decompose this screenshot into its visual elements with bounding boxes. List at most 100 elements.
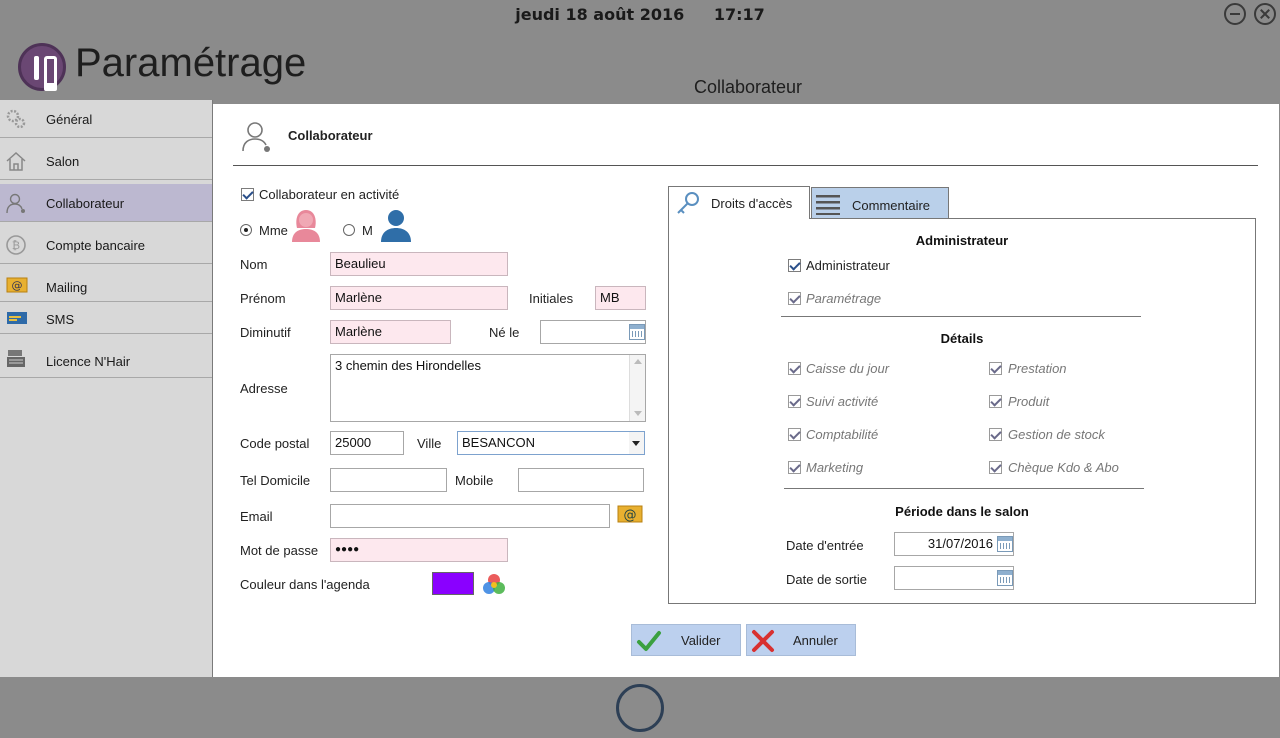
app-title: Paramétrage	[75, 41, 307, 85]
permission-checkbox[interactable]	[989, 428, 1002, 441]
permission-label: Marketing	[806, 460, 864, 475]
sidebar: Général Salon Collaborateur ₿ Compte ban…	[0, 100, 213, 677]
sidebar-item-collaborateur[interactable]: Collaborateur	[0, 184, 212, 222]
permission-checkbox[interactable]	[788, 362, 801, 375]
sidebar-item-label: Mailing	[46, 280, 88, 295]
gears-icon	[6, 109, 26, 129]
sms-card-icon	[7, 312, 27, 324]
ville-dropdown-button[interactable]	[629, 432, 644, 454]
couleur-label: Couleur dans l'agenda	[240, 577, 370, 592]
bitcoin-coin-icon: ₿	[6, 235, 26, 255]
datetime-bar: jeudi 18 août 2016 17:17	[0, 5, 1280, 24]
register-icon	[7, 350, 25, 367]
nom-label: Nom	[240, 257, 268, 272]
permission-checkbox[interactable]	[788, 428, 801, 441]
mot-de-passe-label: Mot de passe	[240, 543, 319, 558]
permission-checkbox[interactable]	[989, 461, 1002, 474]
sidebar-item-salon[interactable]: Salon	[0, 142, 212, 180]
code-postal-label: Code postal	[240, 436, 310, 451]
m-label: M	[362, 223, 373, 238]
sidebar-item-label: Licence N'Hair	[46, 354, 131, 369]
tel-domicile-label: Tel Domicile	[240, 473, 311, 488]
permission-label: Chèque Kdo & Abo	[1008, 460, 1119, 475]
periode-heading: Période dans le salon	[895, 504, 1029, 519]
check-icon	[637, 631, 661, 651]
mot-de-passe-field[interactable]: ●●●●	[330, 538, 508, 562]
date-sortie-label: Date de sortie	[786, 572, 867, 587]
permission-checkbox[interactable]	[989, 362, 1002, 375]
tab-label: Commentaire	[852, 198, 931, 213]
sidebar-item-compte-bancaire[interactable]: ₿ Compte bancaire	[0, 226, 212, 264]
home-circle-button[interactable]	[616, 684, 664, 732]
prenom-label: Prénom	[240, 291, 286, 306]
tab-commentaire[interactable]: Commentaire	[811, 187, 949, 219]
section-divider	[233, 165, 1258, 166]
m-radio[interactable]	[343, 224, 355, 236]
diminutif-field[interactable]: Marlène	[330, 320, 451, 344]
adresse-label: Adresse	[240, 381, 288, 396]
sidebar-item-general[interactable]: Général	[0, 100, 212, 138]
sidebar-item-sms[interactable]: SMS	[0, 302, 212, 334]
close-button[interactable]	[1254, 3, 1276, 25]
annuler-button[interactable]: Annuler	[746, 624, 856, 656]
house-icon	[6, 151, 26, 171]
initiales-field[interactable]: MB	[595, 286, 646, 310]
key-icon	[677, 192, 699, 214]
valider-button[interactable]: Valider	[631, 624, 741, 656]
ville-select[interactable]: BESANCON	[457, 431, 645, 455]
mme-label: Mme	[259, 223, 288, 238]
permission-label: Produit	[1008, 394, 1050, 409]
active-checkbox[interactable]	[241, 188, 254, 201]
parametrage-checkbox[interactable]	[788, 292, 801, 305]
email-field[interactable]	[330, 504, 610, 528]
tel-domicile-field[interactable]	[330, 468, 447, 492]
diminutif-label: Diminutif	[240, 325, 291, 340]
mobile-label: Mobile	[455, 473, 494, 488]
female-avatar-icon	[292, 210, 320, 242]
admin-checkbox[interactable]	[788, 259, 801, 272]
calendar-icon[interactable]	[997, 536, 1013, 552]
ne-le-label: Né le	[489, 325, 520, 340]
user-section-icon	[242, 122, 270, 152]
date-sortie-field[interactable]	[894, 566, 1014, 590]
permission-checkbox[interactable]	[788, 395, 801, 408]
sidebar-item-label: Collaborateur	[46, 196, 125, 211]
agenda-color-swatch[interactable]	[432, 572, 474, 595]
sidebar-item-mailing[interactable]: @ Mailing	[0, 268, 212, 302]
divider	[781, 316, 1141, 317]
code-postal-field[interactable]: 25000	[330, 431, 404, 455]
initiales-label: Initiales	[529, 291, 574, 306]
tab-droits-acces[interactable]: Droits d'accès	[668, 186, 810, 219]
annuler-label: Annuler	[793, 633, 838, 648]
date-entree-field[interactable]: 31/07/2016	[894, 532, 1014, 556]
sidebar-item-label: Compte bancaire	[46, 238, 145, 253]
main-panel: Collaborateur Collaborateur en activité …	[213, 104, 1279, 677]
calendar-icon[interactable]	[997, 570, 1013, 586]
current-time: 17:17	[713, 5, 765, 24]
scroll-up-icon[interactable]	[634, 359, 642, 364]
permission-checkbox[interactable]	[788, 461, 801, 474]
scroll-down-icon[interactable]	[634, 411, 642, 416]
permission-checkbox[interactable]	[989, 395, 1002, 408]
user-icon	[6, 193, 25, 214]
minimize-button[interactable]	[1224, 3, 1246, 25]
prenom-field[interactable]: Marlène	[330, 286, 508, 310]
mobile-field[interactable]	[518, 468, 644, 492]
valider-label: Valider	[681, 633, 721, 648]
lines-icon	[816, 195, 840, 215]
droits-tab-panel: Administrateur Administrateur Paramétrag…	[668, 218, 1256, 604]
sidebar-item-licence[interactable]: Licence N'Hair	[0, 336, 212, 378]
section-title: Collaborateur	[288, 128, 373, 143]
calendar-icon[interactable]	[629, 324, 645, 340]
color-picker-icon[interactable]	[481, 572, 507, 596]
adresse-field[interactable]: 3 chemin des Hirondelles	[330, 354, 646, 422]
cross-icon	[752, 630, 774, 652]
permission-label: Caisse du jour	[806, 361, 890, 376]
ville-label: Ville	[417, 436, 442, 451]
divider	[784, 488, 1144, 489]
send-email-icon[interactable]: @	[617, 504, 643, 524]
male-avatar-icon	[381, 210, 411, 242]
adresse-scrollbar[interactable]	[629, 355, 645, 421]
mme-radio[interactable]	[240, 224, 252, 236]
nom-field[interactable]: Beaulieu	[330, 252, 508, 276]
